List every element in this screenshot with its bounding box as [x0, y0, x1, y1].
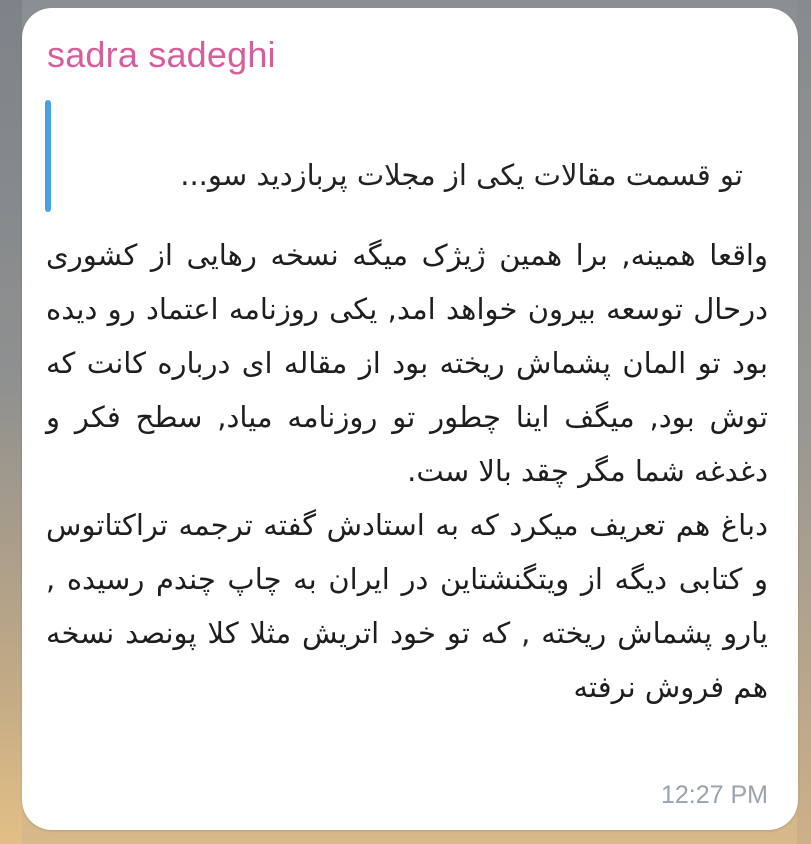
reply-quote-bar — [45, 100, 51, 212]
message-paragraph-2: دباغ هم تعریف میکرد که به استادش گفته تر… — [46, 508, 768, 704]
reply-quote-text: تو قسمت مقالات یکی از مجلات پربازدید سو.… — [180, 158, 743, 192]
message-text: واقعا همینه, برا همین ژیژک میگه نسخه رها… — [46, 228, 768, 714]
message-bubble[interactable]: sadra sadeghi تو قسمت مقالات یکی از مجلا… — [22, 8, 798, 830]
chat-wallpaper-right — [797, 0, 811, 844]
message-timestamp: 12:27 PM — [660, 781, 768, 809]
message-paragraph-1: واقعا همینه, برا همین ژیژک میگه نسخه رها… — [46, 238, 768, 488]
reply-quote[interactable]: تو قسمت مقالات یکی از مجلات پربازدید سو.… — [45, 100, 765, 212]
chat-wallpaper-left — [0, 0, 22, 844]
sender-name[interactable]: sadra sadeghi — [47, 34, 276, 76]
